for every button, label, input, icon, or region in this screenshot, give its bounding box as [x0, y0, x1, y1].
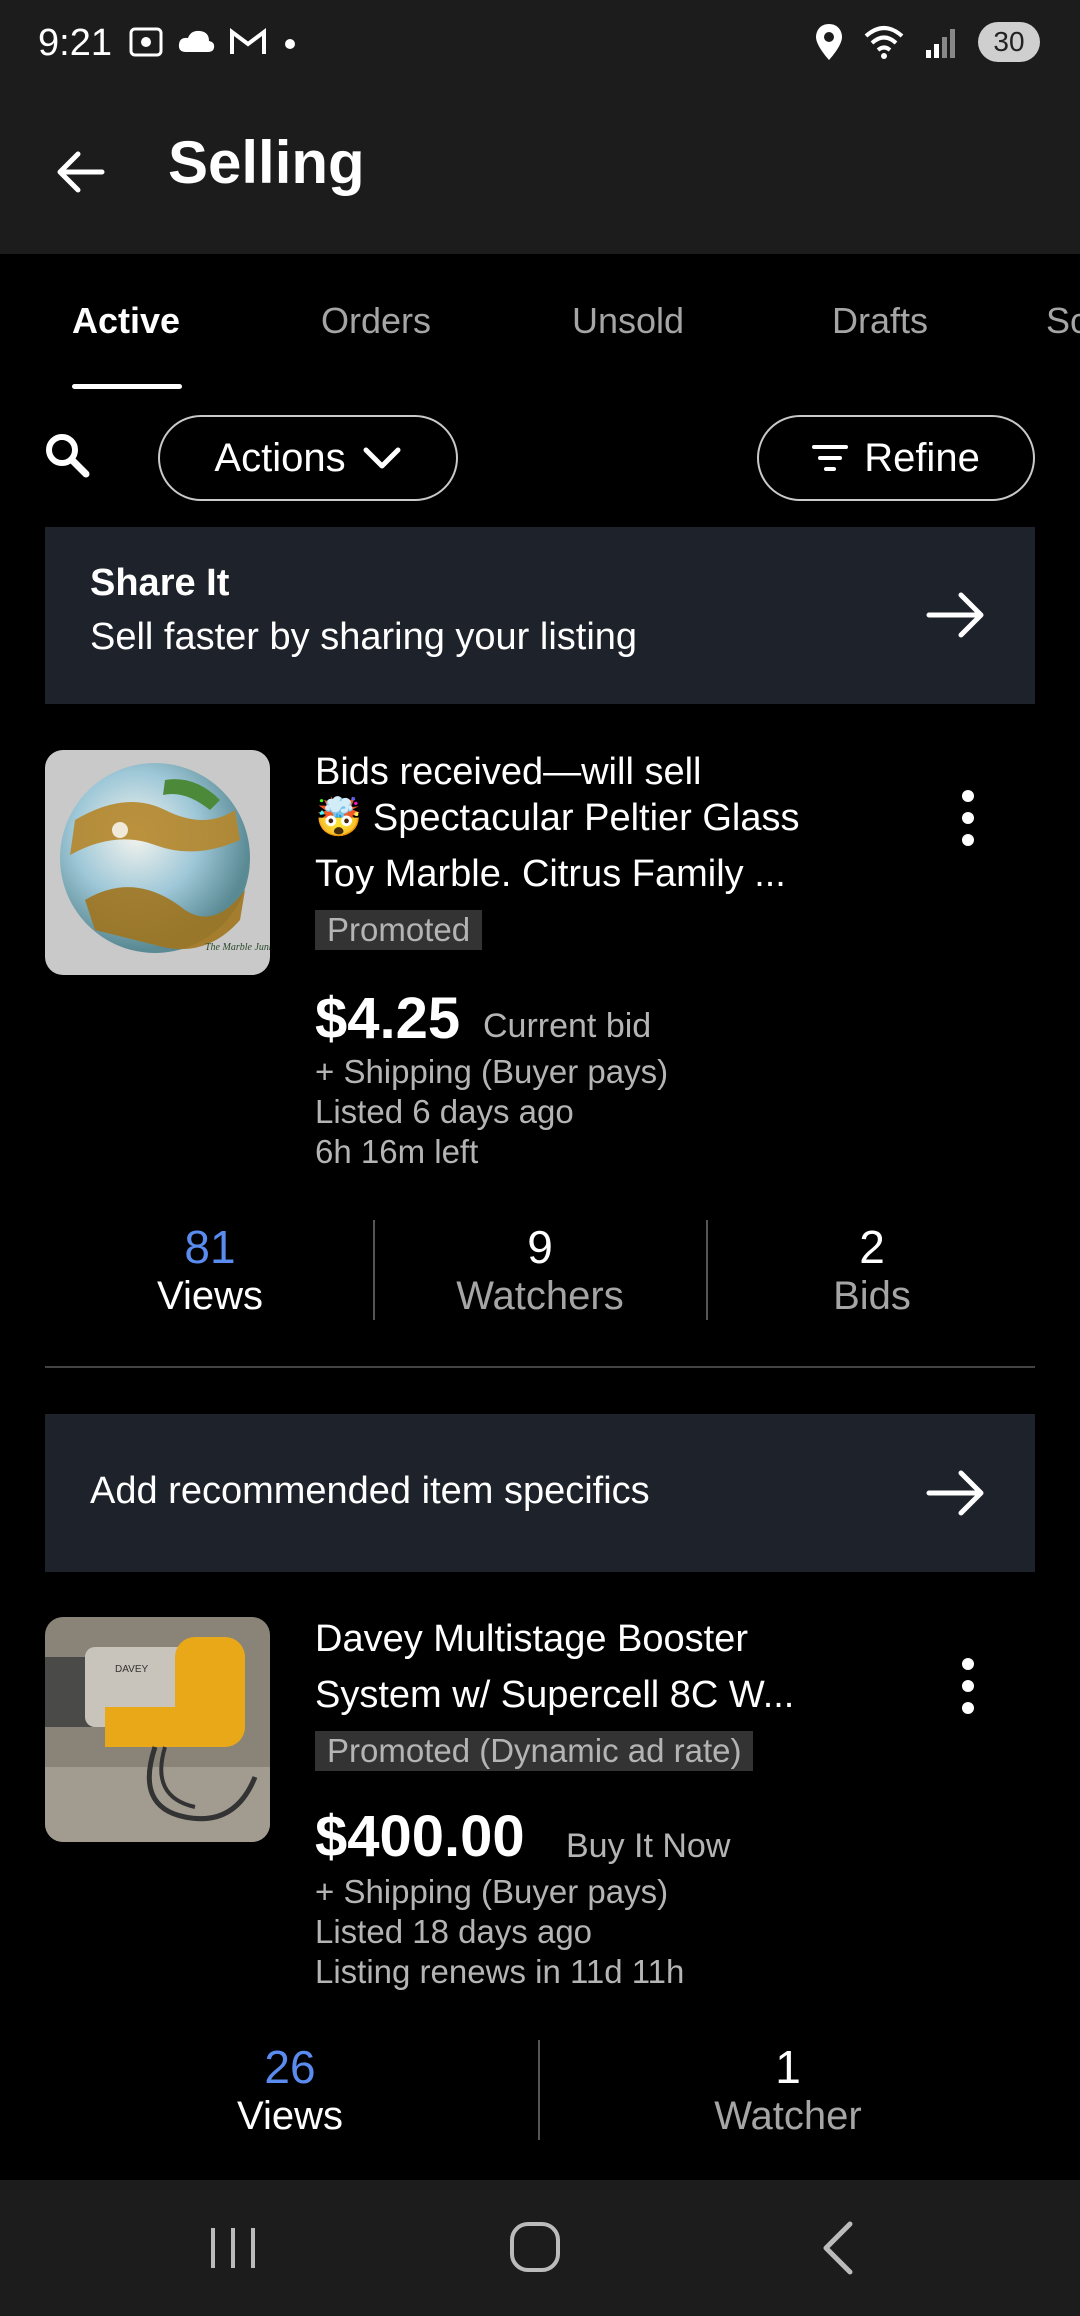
pump-brand-text: DAVEY [115, 1664, 148, 1675]
location-icon [816, 24, 842, 60]
listing-thumbnail-marble[interactable]: The Marble Junkie [45, 750, 270, 975]
tab-active[interactable]: Active [72, 300, 180, 342]
listing-title-line[interactable]: System w/ Supercell 8C W... [315, 1674, 794, 1717]
promoted-badge: Promoted [315, 910, 483, 950]
listing-title-line[interactable]: Bids received—will sell [315, 751, 701, 794]
stat-views[interactable]: 81 Views [95, 1220, 325, 1319]
refine-label: Refine [864, 435, 980, 480]
status-bar: 9:21 30 [0, 0, 1080, 96]
filter-icon [812, 445, 849, 471]
stat-watchers: 9 Watchers [420, 1220, 660, 1319]
dot-icon [285, 39, 295, 49]
wifi-icon [864, 26, 904, 59]
battery-icon: 30 [978, 22, 1040, 62]
page-title: Selling [168, 129, 365, 196]
marble-image: The Marble Junkie [45, 750, 270, 975]
time-left: 6h 16m left [315, 1133, 479, 1170]
watchers-label: Watcher [714, 2094, 862, 2138]
share-banner-title: Share It [90, 562, 230, 604]
bids-label: Bids [833, 1274, 911, 1318]
back-arrow-icon[interactable] [50, 140, 114, 204]
active-tab-indicator [72, 384, 182, 389]
stat-watchers: 1 Watcher [668, 2040, 908, 2139]
item-specifics-banner[interactable]: Add recommended item specifics [45, 1414, 1035, 1572]
views-label: Views [157, 1274, 263, 1318]
listing-title-line[interactable]: 🤯 Spectacular Peltier Glass [315, 796, 800, 840]
views-count: 26 [264, 2041, 316, 2093]
screenshot-icon [129, 27, 163, 57]
system-nav-bar [0, 2180, 1080, 2316]
arrow-right-icon [926, 592, 984, 638]
price-note: Buy It Now [566, 1827, 731, 1865]
back-nav-icon[interactable] [818, 2220, 858, 2276]
more-options-icon[interactable] [950, 788, 986, 848]
pump-image: DAVEY [45, 1617, 270, 1842]
status-time: 9:21 [38, 22, 112, 64]
stat-divider [706, 1220, 708, 1320]
listing-thumbnail-pump[interactable]: DAVEY [45, 1617, 270, 1842]
tab-drafts[interactable]: Drafts [832, 300, 928, 342]
listing-title-line[interactable]: Davey Multistage Booster [315, 1618, 748, 1661]
watchers-label: Watchers [456, 1274, 624, 1318]
tab-scheduled[interactable]: Sc [1046, 300, 1080, 342]
stat-views[interactable]: 26 Views [170, 2040, 410, 2139]
share-banner-subtitle: Sell faster by sharing your listing [90, 616, 638, 658]
tab-orders[interactable]: Orders [321, 300, 431, 342]
recent-apps-icon[interactable] [205, 2224, 261, 2272]
stat-divider [538, 2040, 540, 2140]
chevron-down-icon [363, 447, 401, 469]
bids-count: 2 [859, 1221, 885, 1273]
share-it-banner[interactable]: Share It Sell faster by sharing your lis… [45, 527, 1035, 704]
shipping-info: + Shipping (Buyer pays) [315, 1053, 669, 1090]
signal-icon [926, 29, 955, 58]
promoted-badge: Promoted (Dynamic ad rate) [315, 1731, 754, 1771]
listing-price: $4.25 [315, 986, 461, 1051]
listing-title-line[interactable]: Toy Marble. Citrus Family ... [315, 853, 786, 896]
app-header: Selling [0, 96, 1080, 254]
search-icon[interactable] [44, 432, 90, 478]
watchers-count: 1 [775, 2041, 801, 2093]
shipping-info: + Shipping (Buyer pays) [315, 1873, 669, 1910]
price-note: Current bid [483, 1007, 652, 1045]
marble-watermark: The Marble Junkie [205, 942, 270, 953]
listing-price: $400.00 [315, 1804, 525, 1869]
item-specifics-title: Add recommended item specifics [90, 1470, 650, 1512]
watchers-count: 9 [527, 1221, 553, 1273]
arrow-right-icon [926, 1470, 984, 1516]
actions-label: Actions [214, 435, 346, 480]
listed-date: Listed 6 days ago [315, 1093, 574, 1130]
listed-date: Listed 18 days ago [315, 1913, 593, 1950]
gmail-icon [230, 28, 266, 54]
refine-button[interactable]: Refine [757, 415, 1035, 501]
views-label: Views [237, 2094, 343, 2138]
home-icon[interactable] [508, 2220, 564, 2276]
tab-unsold[interactable]: Unsold [572, 300, 684, 342]
more-options-icon[interactable] [950, 1656, 986, 1716]
stat-divider [373, 1220, 375, 1320]
section-divider [45, 1366, 1035, 1368]
tab-bar: Active Orders Unsold Drafts Sc [0, 254, 1080, 394]
cloud-icon [178, 30, 215, 52]
stat-bids: 2 Bids [752, 1220, 992, 1319]
actions-dropdown[interactable]: Actions [158, 415, 458, 501]
time-left: Listing renews in 11d 11h [315, 1953, 685, 1990]
views-count: 81 [184, 1221, 236, 1273]
